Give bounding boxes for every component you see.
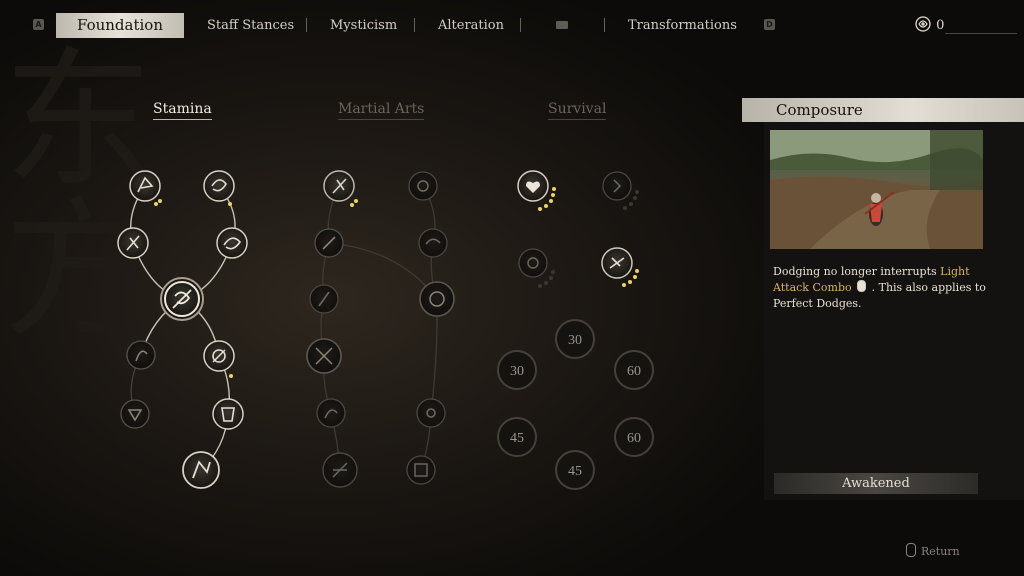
locked-node-badge[interactable]: 60 [614, 417, 654, 457]
skill-tree: 30 30 60 45 60 45 [117, 170, 654, 490]
stamina-node[interactable] [216, 227, 248, 259]
cost-label: 45 [510, 431, 524, 446]
cost-label: 60 [627, 364, 641, 379]
cost-label: 30 [510, 364, 524, 379]
mouse-right-click-icon [906, 543, 916, 557]
stamina-node[interactable] [129, 170, 161, 202]
martial-arts-connections [320, 185, 438, 471]
martial-arts-node[interactable] [316, 398, 346, 428]
currency-underline [945, 33, 1017, 34]
cost-label: 30 [568, 333, 582, 348]
survival-node[interactable] [601, 247, 633, 279]
martial-arts-node[interactable] [419, 281, 455, 317]
survival-node[interactable] [518, 248, 548, 278]
mouse-left-click-icon [857, 280, 867, 292]
martial-arts-node[interactable] [309, 284, 339, 314]
stamina-node[interactable] [212, 398, 244, 430]
stamina-connections [130, 185, 236, 471]
locked-node-badge[interactable]: 60 [614, 350, 654, 390]
currency-display: 0 [914, 15, 944, 33]
survival-node[interactable] [602, 171, 632, 201]
spark-swirl-icon [915, 16, 931, 32]
martial-arts-node[interactable] [322, 452, 358, 488]
awakened-status-button[interactable]: Awakened [774, 473, 978, 494]
locked-node-badge[interactable]: 45 [555, 450, 595, 490]
locked-node-badge[interactable]: 45 [497, 417, 537, 457]
stamina-node[interactable] [120, 399, 150, 429]
detail-description: Dodging no longer interrupts Light Attac… [773, 264, 988, 312]
preview-scene [770, 130, 983, 249]
martial-arts-node[interactable] [406, 455, 436, 485]
martial-arts-node[interactable] [416, 398, 446, 428]
martial-arts-node[interactable] [418, 228, 448, 258]
currency-value: 0 [936, 18, 945, 33]
stamina-node[interactable] [203, 340, 235, 372]
stamina-node-selected[interactable] [160, 277, 204, 321]
stamina-node[interactable] [182, 451, 220, 489]
cost-label: 60 [627, 431, 641, 446]
description-text: Dodging no longer interrupts [773, 265, 941, 278]
survival-node-heart[interactable] [517, 170, 549, 202]
key-hint-right: D [764, 19, 775, 30]
skill-preview-image [770, 130, 983, 249]
return-label: Return [921, 545, 960, 558]
martial-arts-node[interactable] [408, 171, 438, 201]
martial-arts-node[interactable] [306, 338, 342, 374]
locked-node-badge[interactable]: 30 [497, 350, 537, 390]
cost-label: 45 [568, 464, 582, 479]
martial-arts-node[interactable] [323, 170, 355, 202]
detail-title: Composure [776, 101, 863, 119]
stamina-node[interactable] [117, 227, 149, 259]
return-button[interactable]: Return [906, 543, 960, 558]
locked-node-badge[interactable]: 30 [555, 319, 595, 359]
stamina-node[interactable] [126, 340, 156, 370]
martial-arts-node[interactable] [314, 228, 344, 258]
stamina-node[interactable] [203, 170, 235, 202]
